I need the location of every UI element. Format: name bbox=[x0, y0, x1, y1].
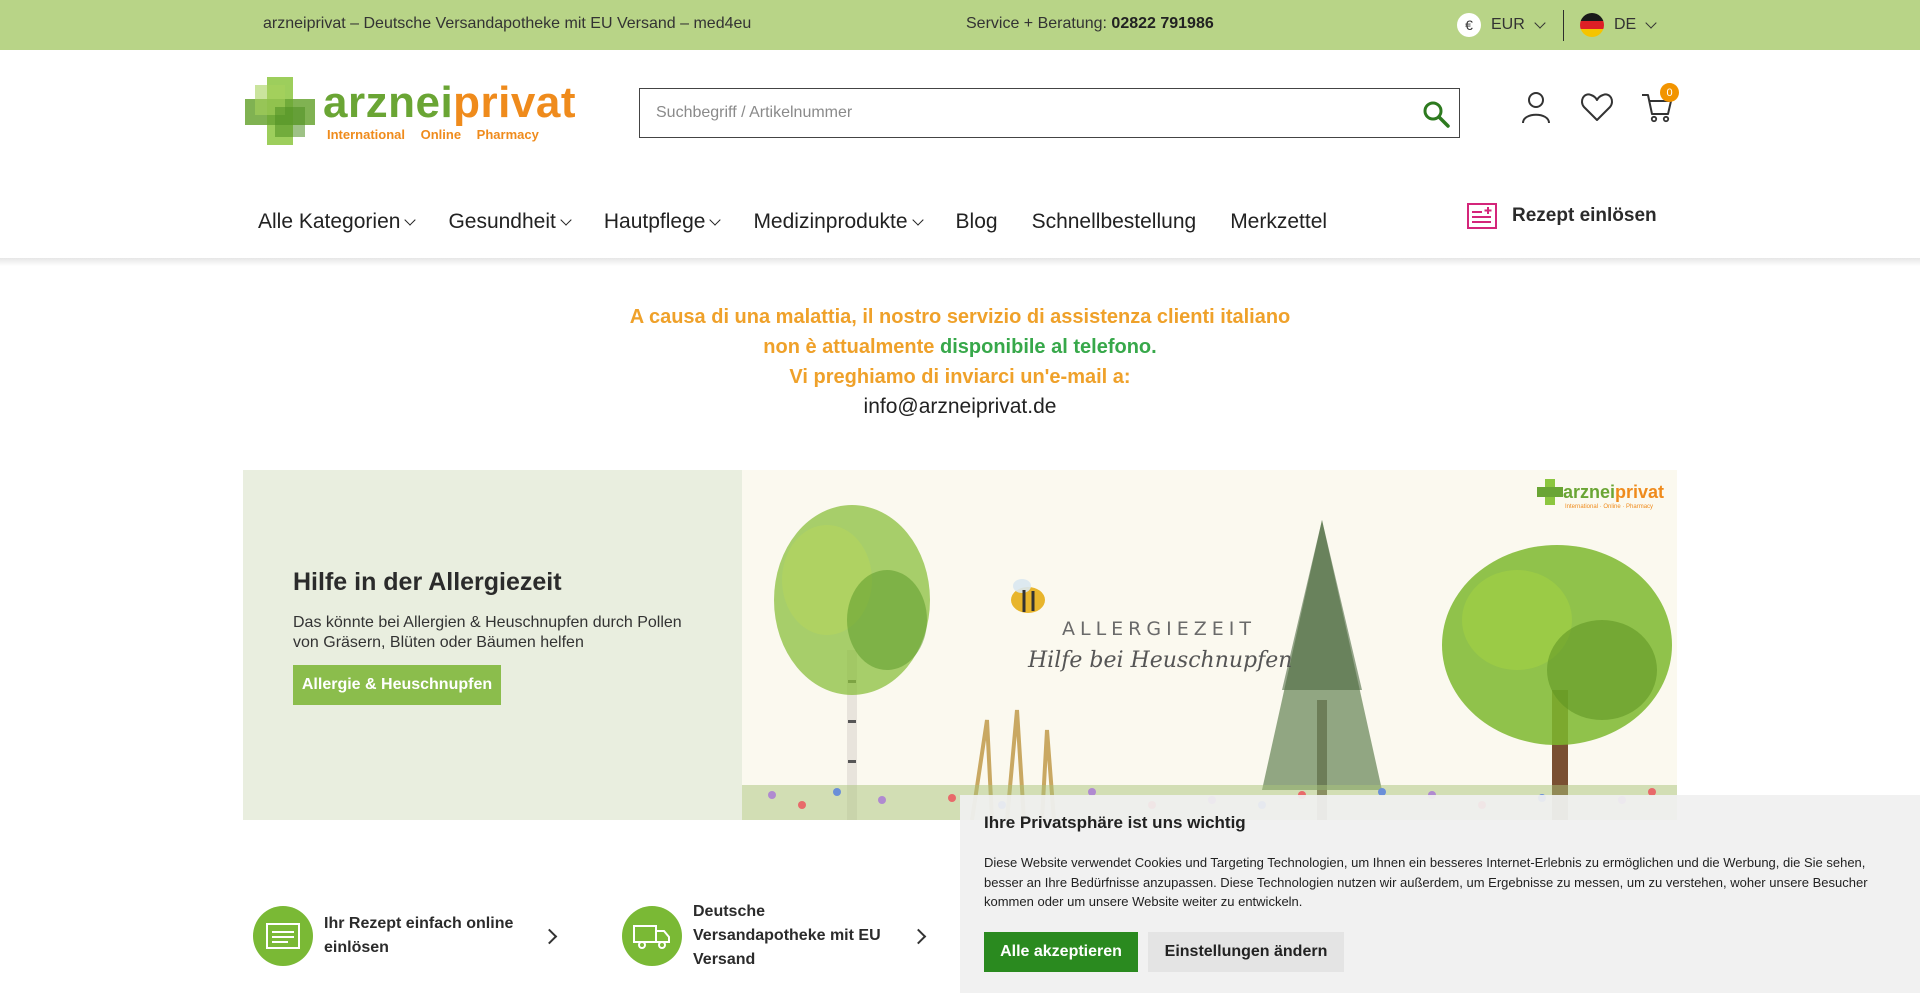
service-phone-link[interactable]: 02822 791986 bbox=[1111, 15, 1213, 32]
green-cross-logo-icon bbox=[245, 77, 315, 145]
nav-item-merkzettel[interactable]: Merkzettel bbox=[1230, 210, 1327, 234]
top-bar-divider bbox=[1563, 10, 1564, 41]
allergy-trees-illustration bbox=[742, 505, 1677, 820]
cookie-settings-button[interactable]: Einstellungen ändern bbox=[1148, 932, 1344, 972]
site-logo[interactable]: arzneiprivat International Online Pharma… bbox=[245, 77, 576, 147]
prescription-icon bbox=[253, 906, 313, 966]
nav-item-blog[interactable]: Blog bbox=[956, 210, 998, 234]
rezept-label: Rezept einlösen bbox=[1512, 205, 1657, 226]
main-navigation: Alle Kategorien Gesundheit Hautpflege Me… bbox=[258, 210, 1361, 234]
prescription-icon bbox=[1467, 203, 1497, 229]
feature-label: Ihr Rezept einfach online einlösen bbox=[324, 915, 514, 956]
currency-selector[interactable]: € EUR bbox=[1457, 13, 1546, 37]
green-cross-logo-icon bbox=[1537, 479, 1563, 505]
cookie-dialog-text: Diese Website verwendet Cookies und Targ… bbox=[984, 855, 1868, 909]
notice-line-1: A causa di una malattia, il nostro servi… bbox=[629, 306, 1291, 328]
allergie-heuschnupfen-button[interactable]: Allergie & Heuschnupfen bbox=[293, 665, 501, 705]
feature-rezept-online[interactable]: Ihr Rezept einfach online einlösen bbox=[253, 906, 558, 966]
nav-item-gesundheit[interactable]: Gesundheit bbox=[448, 210, 572, 234]
chevron-down-icon bbox=[1534, 17, 1546, 29]
chevron-down-icon bbox=[404, 214, 417, 226]
header-shadow bbox=[0, 258, 1920, 266]
germany-flag-icon bbox=[1580, 13, 1604, 37]
chevron-right-icon bbox=[910, 928, 927, 944]
banner-image[interactable]: ALLERGIEZEIT Hilfe bei Heuschnupfen arzn… bbox=[742, 470, 1677, 820]
euro-coin-icon: € bbox=[1457, 13, 1481, 37]
cookie-dialog-title: Ihre Privatsphäre ist uns wichtig bbox=[984, 813, 1246, 832]
banner-image-headline: ALLERGIEZEIT bbox=[1062, 618, 1256, 640]
banner-text-panel: Hilfe in der Allergiezeit Das könnte bei… bbox=[243, 470, 742, 820]
support-notice: A causa di una malattia, il nostro servi… bbox=[560, 302, 1360, 422]
service-label: Service + Beratung: bbox=[966, 15, 1107, 32]
notice-email-link[interactable]: info@arzneiprivat.de bbox=[560, 392, 1360, 422]
language-selector[interactable]: DE bbox=[1580, 13, 1657, 37]
notice-line-3: Vi preghiamo di inviarci un'e-mail a: bbox=[789, 366, 1131, 388]
cookie-consent-dialog: Ihre Privatsphäre ist uns wichtig Diese … bbox=[960, 795, 1920, 993]
chevron-down-icon bbox=[709, 214, 722, 226]
feature-label: Deutsche Versandapotheke mit EU Versand bbox=[693, 903, 881, 968]
notice-line-2: non è attualmente disponibile al telefon… bbox=[763, 336, 1157, 358]
accept-all-cookies-button[interactable]: Alle akzeptieren bbox=[984, 932, 1138, 972]
search-input[interactable] bbox=[640, 89, 1400, 137]
feature-eu-versand[interactable]: Deutsche Versandapotheke mit EU Versand bbox=[622, 903, 927, 968]
banner-mini-logo-tagline: International · Online · Pharmacy bbox=[1565, 504, 1654, 510]
banner-mini-logo: arznei privat International · Online · Ph… bbox=[1537, 478, 1664, 510]
banner-title: Hilfe in der Allergiezeit bbox=[293, 568, 562, 596]
currency-label: EUR bbox=[1491, 16, 1525, 33]
cart-count-badge: 0 bbox=[1660, 83, 1679, 102]
logo-wordmark: arzneiprivat bbox=[323, 78, 576, 127]
logo-tagline: International Online Pharmacy bbox=[327, 127, 539, 142]
nav-item-hautpflege[interactable]: Hautpflege bbox=[604, 210, 722, 234]
nav-item-medizinprodukte[interactable]: Medizinprodukte bbox=[753, 210, 924, 234]
user-account-icon[interactable] bbox=[1519, 90, 1553, 124]
rezept-einloesen-button[interactable]: Rezept einlösen bbox=[1467, 201, 1657, 231]
search-icon[interactable] bbox=[1421, 99, 1451, 129]
service-info: Service + Beratung: 02822 791986 bbox=[966, 15, 1214, 33]
banner-image-subline: Hilfe bei Heuschnupfen bbox=[1028, 648, 1293, 673]
nav-item-alle-kategorien[interactable]: Alle Kategorien bbox=[258, 210, 417, 234]
top-bar: arzneiprivat – Deutsche Versandapotheke … bbox=[0, 0, 1920, 50]
delivery-truck-icon bbox=[622, 906, 682, 966]
top-bar-tagline: arzneiprivat – Deutsche Versandapotheke … bbox=[263, 15, 752, 32]
banner-description: Das könnte bei Allergien & Heuschnupfen … bbox=[293, 614, 682, 651]
chevron-down-icon bbox=[1645, 17, 1657, 29]
nav-item-schnellbestellung[interactable]: Schnellbestellung bbox=[1032, 210, 1197, 234]
wishlist-heart-icon[interactable] bbox=[1580, 90, 1614, 124]
chevron-down-icon bbox=[911, 214, 924, 226]
search-bar bbox=[639, 88, 1460, 138]
language-label: DE bbox=[1614, 16, 1637, 33]
chevron-down-icon bbox=[560, 214, 572, 226]
chevron-right-icon bbox=[541, 928, 558, 944]
